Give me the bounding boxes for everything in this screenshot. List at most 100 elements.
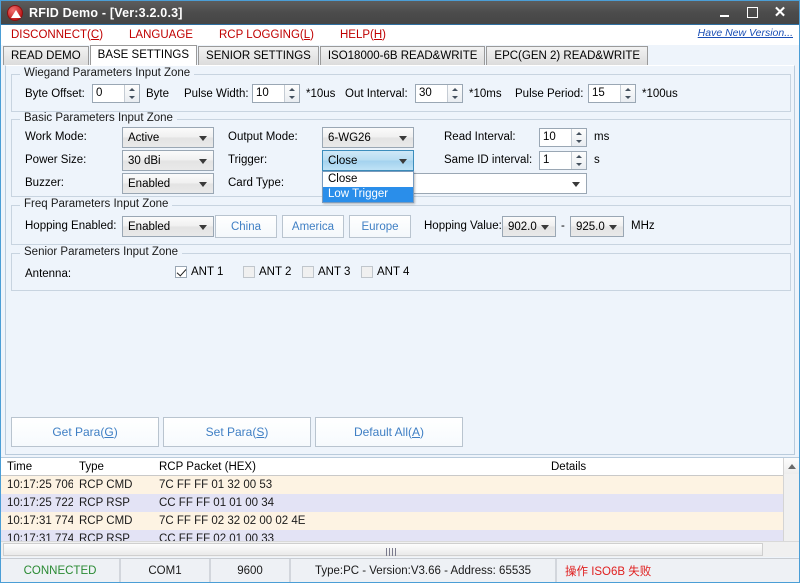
pulse-period-unit: *100us: [642, 88, 678, 100]
hopping-value-to-combo[interactable]: 925.0: [570, 216, 624, 237]
column-header-packet[interactable]: RCP Packet (HEX): [153, 461, 545, 473]
menu-label-help: HELP(: [339, 28, 374, 41]
base-settings-panel: Wiegand Parameters Input Zone Byte Offse…: [5, 65, 795, 455]
byte-offset-input[interactable]: 0: [92, 84, 140, 103]
tab-bar: READ DEMO BASE SETTINGS SENIOR SETTINGS …: [1, 45, 799, 65]
table-row[interactable]: 10:17:25 706 RCP CMD 7C FF FF 01 32 00 5…: [1, 476, 799, 494]
tab-read-demo[interactable]: READ DEMO: [3, 46, 89, 65]
menu-item-disconnect[interactable]: DISCONNECT(C): [11, 29, 103, 41]
log-type: RCP CMD: [79, 479, 133, 491]
freq-group-legend: Freq Parameters Input Zone: [20, 198, 173, 210]
set-para-mnemonic: S: [256, 425, 265, 439]
table-row[interactable]: 10:17:25 722 RCP RSP CC FF FF 01 01 00 3…: [1, 494, 799, 512]
menu-mnemonic-help: H: [373, 28, 383, 41]
menu-tail-disconnect: ): [99, 28, 104, 41]
menu-item-language[interactable]: LANGUAGE: [129, 29, 193, 41]
menu-tail-rcp-logging: ): [310, 28, 314, 41]
have-new-version-link[interactable]: Have New Version...: [698, 27, 793, 39]
pulse-width-label: Pulse Width:: [184, 88, 249, 100]
hopping-enabled-combo[interactable]: Enabled: [122, 216, 214, 237]
out-interval-value: 30: [419, 87, 432, 99]
maximize-icon[interactable]: [739, 4, 765, 22]
log-time: 10:17:25 706: [7, 479, 73, 491]
same-id-interval-input[interactable]: 1: [539, 151, 587, 170]
pulse-width-input[interactable]: 10: [252, 84, 300, 103]
out-interval-stepper[interactable]: [447, 85, 462, 102]
pulse-width-unit: *10us: [306, 88, 336, 100]
log-packet: 7C FF FF 01 32 00 53: [159, 479, 273, 491]
tab-epc-gen2-read-write[interactable]: EPC(GEN 2) READ&WRITE: [486, 46, 649, 65]
trigger-combo[interactable]: Close: [322, 150, 414, 171]
set-para-tail: ): [264, 425, 269, 439]
read-interval-stepper[interactable]: [571, 129, 586, 146]
read-interval-unit: ms: [594, 131, 610, 143]
power-size-combo[interactable]: 30 dBi: [122, 150, 214, 171]
trigger-label: Trigger:: [228, 154, 268, 166]
hopping-enabled-value: Enabled: [128, 220, 171, 233]
same-id-interval-unit: s: [594, 154, 600, 166]
trigger-dropdown-list[interactable]: Close Low Trigger: [322, 171, 414, 203]
chevron-down-icon: [399, 158, 407, 164]
read-interval-input[interactable]: 10: [539, 128, 587, 147]
chevron-down-icon: [199, 181, 207, 187]
tab-iso18000-6b-read-write[interactable]: ISO18000-6B READ&WRITE: [319, 46, 486, 65]
buzzer-combo[interactable]: Enabled: [122, 173, 214, 194]
get-para-tail: ): [113, 425, 118, 439]
menu-item-rcp-logging[interactable]: RCP LOGGING(L): [219, 29, 314, 41]
table-row[interactable]: 10:17:31 774 RCP CMD 7C FF FF 02 32 02 0…: [1, 512, 799, 530]
chevron-down-icon: [199, 224, 207, 230]
region-button-america[interactable]: America: [282, 215, 344, 238]
output-mode-value: 6-WG26: [328, 131, 371, 144]
tab-senior-settings[interactable]: SENIOR SETTINGS: [198, 46, 319, 65]
antenna-label-ant1: ANT 1: [191, 266, 224, 278]
work-mode-combo[interactable]: Active: [122, 127, 214, 148]
column-header-details[interactable]: Details: [545, 461, 799, 473]
pulse-width-stepper[interactable]: [284, 85, 299, 102]
antenna-checkbox-ant3[interactable]: ANT 3: [302, 266, 350, 278]
trigger-option-close[interactable]: Close: [323, 172, 413, 187]
title-bar: RFID Demo - [Ver:3.2.0.3] ✕: [1, 1, 799, 25]
hopping-range-separator: -: [561, 220, 565, 232]
menu-label-language: LANGUAGE: [129, 28, 193, 41]
scroll-up-icon[interactable]: [784, 458, 799, 474]
column-header-type[interactable]: Type: [73, 461, 153, 473]
close-icon[interactable]: ✕: [767, 4, 793, 22]
set-para-button[interactable]: Set Para(S): [163, 417, 311, 447]
trigger-option-low-trigger[interactable]: Low Trigger: [323, 187, 413, 202]
buzzer-label: Buzzer:: [25, 177, 64, 189]
default-all-button[interactable]: Default All(A): [315, 417, 463, 447]
hopping-enabled-label: Hopping Enabled:: [25, 220, 117, 232]
out-interval-input[interactable]: 30: [415, 84, 463, 103]
output-mode-combo[interactable]: 6-WG26: [322, 127, 414, 148]
get-para-button[interactable]: Get Para(G): [11, 417, 159, 447]
byte-offset-value: 0: [96, 87, 103, 99]
chevron-down-icon: [609, 224, 617, 230]
antenna-checkbox-ant1[interactable]: ANT 1: [175, 266, 223, 278]
pulse-period-stepper[interactable]: [620, 85, 635, 102]
menu-item-help[interactable]: HELP(H): [340, 29, 386, 41]
log-time: 10:17:31 774: [7, 515, 73, 527]
checkbox-icon: [243, 266, 255, 278]
wiegand-group-legend: Wiegand Parameters Input Zone: [20, 67, 195, 79]
hopping-value-unit: MHz: [631, 220, 655, 232]
minimize-icon[interactable]: [711, 4, 737, 22]
log-vertical-scrollbar[interactable]: [783, 458, 799, 541]
chevron-down-icon: [199, 158, 207, 164]
scrollbar-thumb[interactable]: [3, 543, 763, 556]
log-horizontal-scrollbar[interactable]: [1, 541, 799, 557]
antenna-checkbox-ant4[interactable]: ANT 4: [361, 266, 409, 278]
column-header-time[interactable]: Time: [1, 461, 73, 473]
menu-tail-help: ): [382, 28, 387, 41]
status-port: COM1: [121, 559, 211, 582]
wiegand-parameters-group: Wiegand Parameters Input Zone Byte Offse…: [11, 67, 791, 112]
same-id-interval-stepper[interactable]: [571, 152, 586, 169]
action-button-bar: Get Para(G) Set Para(S) Default All(A): [11, 415, 791, 449]
hopping-value-from-combo[interactable]: 902.0: [502, 216, 556, 237]
region-button-china[interactable]: China: [215, 215, 277, 238]
freq-parameters-group: Freq Parameters Input Zone Hopping Enabl…: [11, 198, 791, 245]
antenna-checkbox-ant2[interactable]: ANT 2: [243, 266, 291, 278]
byte-offset-stepper[interactable]: [124, 85, 139, 102]
region-button-europe[interactable]: Europe: [349, 215, 411, 238]
pulse-period-input[interactable]: 15: [588, 84, 636, 103]
tab-base-settings[interactable]: BASE SETTINGS: [89, 45, 198, 65]
